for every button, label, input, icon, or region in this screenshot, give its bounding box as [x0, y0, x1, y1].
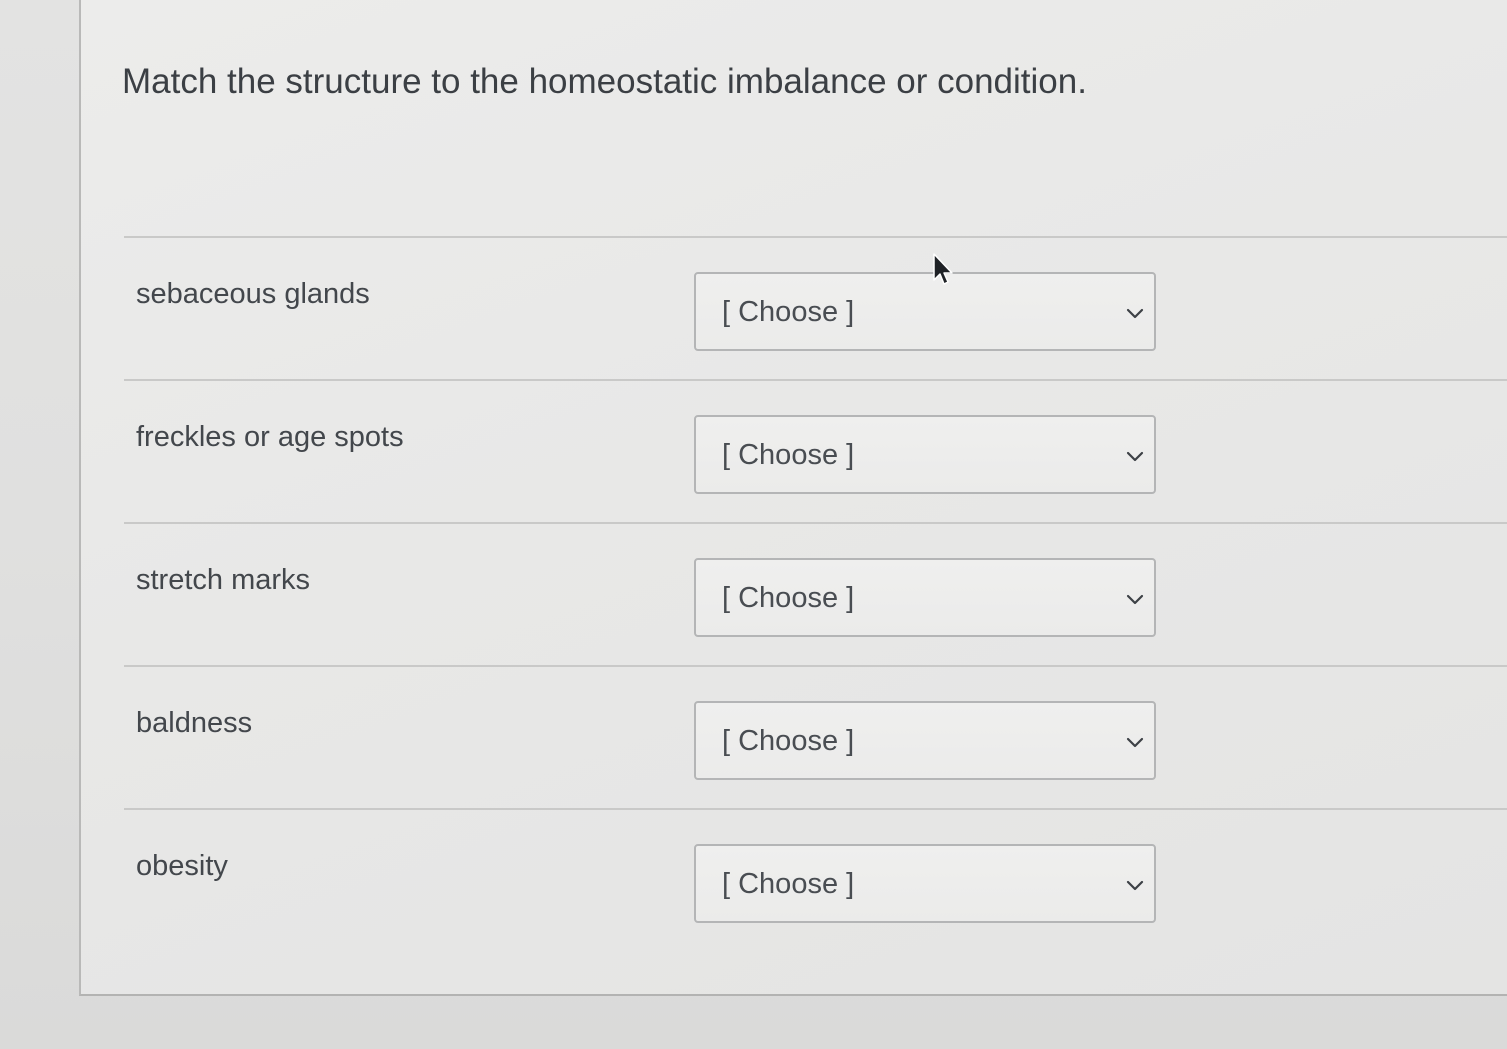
- select-value: [ Choose ]: [722, 868, 855, 900]
- question-card: Match the structure to the homeostatic i…: [79, 0, 1507, 996]
- match-row-sebaceous-glands: sebaceous glands [ Choose ]: [124, 236, 1507, 379]
- chevron-down-icon: [1126, 451, 1144, 462]
- select-value: [ Choose ]: [722, 296, 855, 328]
- chevron-down-icon: [1126, 594, 1144, 605]
- answer-select[interactable]: [ Choose ]: [694, 844, 1156, 923]
- match-row-freckles: freckles or age spots [ Choose ]: [124, 379, 1507, 522]
- match-rows: sebaceous glands [ Choose ] freckles or …: [124, 236, 1507, 951]
- chevron-down-icon: [1126, 880, 1144, 891]
- row-label: obesity: [136, 850, 228, 882]
- match-row-stretch-marks: stretch marks [ Choose ]: [124, 522, 1507, 665]
- match-row-baldness: baldness [ Choose ]: [124, 665, 1507, 808]
- row-label: freckles or age spots: [136, 421, 404, 453]
- row-label: stretch marks: [136, 564, 311, 596]
- question-text: Match the structure to the homeostatic i…: [122, 62, 1087, 101]
- row-label: baldness: [136, 707, 253, 739]
- answer-select[interactable]: [ Choose ]: [694, 558, 1156, 637]
- row-label: sebaceous glands: [136, 278, 370, 310]
- chevron-down-icon: [1126, 308, 1144, 319]
- page: Match the structure to the homeostatic i…: [0, 0, 1507, 1049]
- select-value: [ Choose ]: [722, 582, 855, 614]
- answer-select[interactable]: [ Choose ]: [694, 415, 1156, 494]
- select-value: [ Choose ]: [722, 439, 855, 471]
- chevron-down-icon: [1126, 737, 1144, 748]
- mouse-cursor-icon: [933, 253, 953, 285]
- answer-select[interactable]: [ Choose ]: [694, 272, 1156, 351]
- match-row-obesity: obesity [ Choose ]: [124, 808, 1507, 951]
- answer-select[interactable]: [ Choose ]: [694, 701, 1156, 780]
- select-value: [ Choose ]: [722, 725, 855, 757]
